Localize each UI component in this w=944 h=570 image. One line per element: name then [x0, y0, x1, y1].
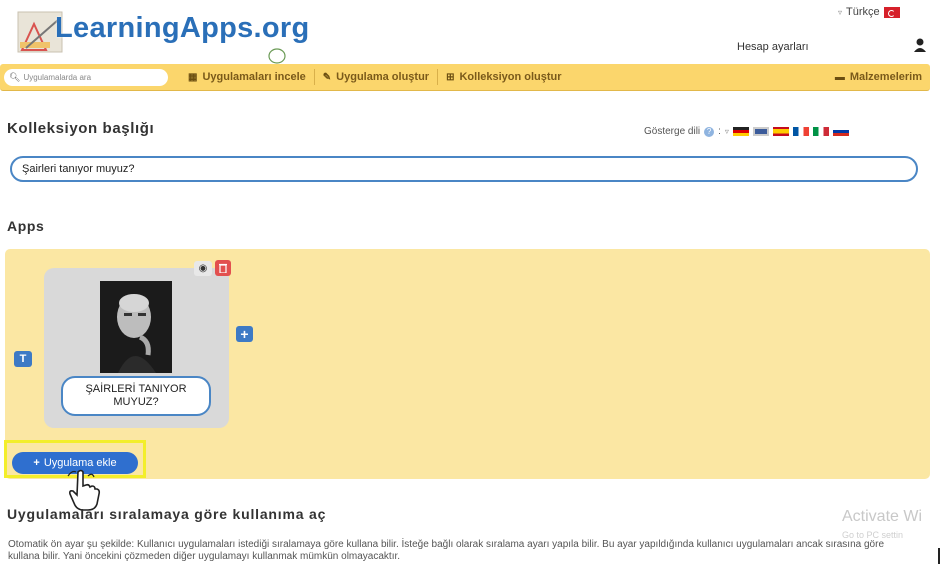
language-select[interactable]: ▿ Türkçe	[838, 6, 900, 18]
spain-flag-icon[interactable]	[772, 127, 789, 136]
add-next-button[interactable]: +	[236, 326, 253, 342]
collection-icon: ⊞	[446, 71, 455, 83]
app-card-title[interactable]: ŞAİRLERİ TANIYOR MUYUZ?	[61, 376, 211, 416]
app-thumbnail-image[interactable]	[100, 281, 172, 373]
german-flag-icon[interactable]	[732, 127, 749, 136]
collection-title-heading: Kolleksiyon başlığı	[7, 120, 155, 137]
nav-browse-apps[interactable]: ▦ Uygulamaları incele	[180, 69, 315, 85]
nav-create-app[interactable]: ✎ Uygulama oluştur	[315, 69, 439, 85]
search-icon: 🔍︎	[9, 71, 21, 82]
chevron-down-icon[interactable]: ▿	[725, 127, 729, 136]
uk-flag-icon[interactable]	[752, 127, 769, 136]
indicator-language: Gösterge dili ? : ▿	[644, 126, 849, 137]
account-settings-link[interactable]: Hesap ayarları	[737, 41, 809, 53]
chevron-down-icon: ▿	[838, 7, 843, 17]
help-icon[interactable]: ?	[704, 126, 715, 137]
cursor-ring-icon	[268, 48, 286, 64]
nav-create-collection[interactable]: ⊞ Kolleksiyon oluştur	[438, 69, 569, 85]
russia-flag-icon[interactable]	[832, 127, 849, 136]
search-input[interactable]: 🔍︎ Uygulamalarda ara	[4, 68, 168, 86]
user-icon[interactable]	[913, 37, 927, 53]
indicator-language-label: Gösterge dili	[644, 126, 701, 137]
eye-icon: ◉	[198, 263, 208, 274]
sequence-heading: Uygulamaları sıralamaya göre kullanıma a…	[7, 506, 327, 522]
sequence-description: Otomatik ön ayar şu şekilde: Kullanıcı u…	[8, 539, 885, 562]
nav-my-materials-label: Malzemelerim	[849, 71, 922, 83]
colon-separator: :	[718, 126, 721, 137]
apps-heading: Apps	[7, 218, 45, 234]
nav-browse-apps-label: Uygulamaları incele	[202, 71, 306, 83]
activation-watermark-title: Activate Wi	[842, 508, 923, 525]
add-text-button[interactable]: T	[14, 351, 32, 367]
delete-button[interactable]	[215, 260, 231, 276]
search-placeholder: Uygulamalarda ara	[23, 72, 92, 82]
turkey-flag-icon	[883, 6, 900, 18]
language-label: Türkçe	[846, 6, 880, 18]
italy-flag-icon[interactable]	[812, 127, 829, 136]
main-navbar: 🔍︎ Uygulamalarda ara ▦ Uygulamaları ince…	[0, 64, 930, 91]
trash-icon	[219, 263, 227, 273]
pencil-icon: ✎	[322, 71, 332, 83]
nav-create-app-label: Uygulama oluştur	[336, 71, 430, 83]
logo-text[interactable]: LearningApps.org	[55, 12, 310, 45]
text-caret	[938, 548, 940, 564]
nav-my-materials[interactable]: ▬ Malzemelerim	[827, 69, 930, 85]
collection-title-input[interactable]: Şairleri tanıyor muyuz?	[10, 156, 918, 182]
preview-button[interactable]: ◉	[194, 261, 212, 276]
nav-create-collection-label: Kolleksiyon oluştur	[459, 71, 562, 83]
activation-watermark-subtitle: Go to PC settin	[842, 530, 904, 540]
plus-icon: +	[33, 457, 40, 469]
france-flag-icon[interactable]	[792, 127, 809, 136]
folder-icon: ▬	[834, 71, 845, 83]
grid-icon: ▦	[188, 71, 198, 83]
